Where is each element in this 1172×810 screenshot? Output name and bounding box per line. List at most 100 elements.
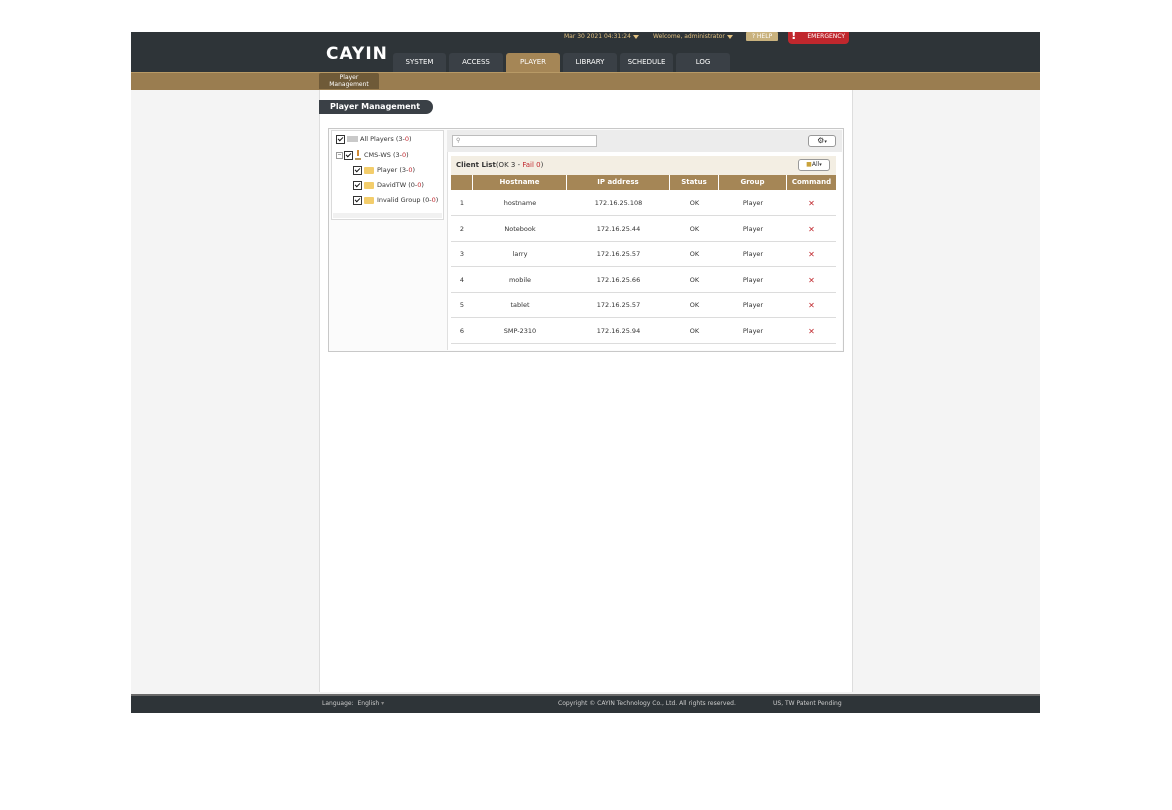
column-header-ip[interactable]: IP address xyxy=(567,175,670,190)
column-header-command: Command xyxy=(787,175,836,190)
table-row[interactable]: 3 larry 172.16.25.57 OK Player ✕ xyxy=(451,242,836,267)
cell-group: Player xyxy=(742,275,764,284)
subtab-label-line1: Player xyxy=(339,74,359,81)
delete-icon[interactable]: ✕ xyxy=(787,293,836,318)
client-fail-count: Fail 0 xyxy=(522,161,541,169)
filter-dropdown[interactable]: ■All▾ xyxy=(798,159,830,171)
cell-index: 5 xyxy=(459,301,465,309)
column-header-status[interactable]: Status xyxy=(670,175,719,190)
table-row[interactable]: 2 Notebook 172.16.25.44 OK Player ✕ xyxy=(451,217,836,242)
cell-ip: 172.16.25.108 xyxy=(594,199,643,207)
tab-log[interactable]: LOG xyxy=(676,53,730,72)
folder-icon xyxy=(364,181,374,189)
user-menu[interactable]: Welcome, administrator xyxy=(653,33,733,43)
tree-count-close: ) xyxy=(435,196,439,204)
checkbox[interactable] xyxy=(344,150,353,160)
checkbox[interactable] xyxy=(353,180,362,190)
language-value: English xyxy=(357,700,380,707)
tab-access[interactable]: ACCESS xyxy=(449,53,503,72)
tree-label: Invalid Group xyxy=(377,196,421,204)
delete-icon[interactable]: ✕ xyxy=(787,242,836,267)
alert-icon: ! xyxy=(791,28,797,42)
delete-icon[interactable]: ✕ xyxy=(787,191,836,216)
client-count-close: ) xyxy=(540,161,544,169)
tree-scrollbar[interactable] xyxy=(333,213,442,218)
cell-group: Player xyxy=(742,250,764,258)
app-frame: CAYIN Mar 30 2021 04:31:24 Welcome, admi… xyxy=(131,28,1040,713)
table-row[interactable]: 6 SMP-2310 172.16.25.94 OK Player ✕ xyxy=(451,319,836,344)
cell-hostname: mobile xyxy=(508,275,532,284)
chevron-down-icon: ▾ xyxy=(819,162,822,168)
table-row[interactable]: 1 hostname 172.16.25.108 OK Player ✕ xyxy=(451,191,836,216)
footer-bar: Language: English ▾ Copyright © CAYIN Te… xyxy=(131,694,1040,713)
search-input[interactable]: ⚲ xyxy=(452,135,597,147)
subtab-player-management[interactable]: Player Management xyxy=(319,73,379,89)
client-list-header: Client List(OK 3 - Fail 0) xyxy=(451,156,836,175)
tree-count-close: ) xyxy=(412,166,416,174)
language-selector[interactable]: Language: English ▾ xyxy=(322,696,384,712)
cell-status: OK xyxy=(689,275,700,284)
settings-button[interactable]: ⚙▾ xyxy=(808,135,836,147)
table-row[interactable]: 5 tablet 172.16.25.57 OK Player ✕ xyxy=(451,293,836,318)
tree-count: (0- xyxy=(422,196,432,204)
delete-icon[interactable]: ✕ xyxy=(787,268,836,293)
cell-status: OK xyxy=(689,326,700,335)
checkbox[interactable] xyxy=(353,165,362,175)
column-header-group[interactable]: Group xyxy=(719,175,787,190)
chevron-down-icon xyxy=(632,34,639,39)
sub-nav-bar xyxy=(131,72,1040,90)
welcome-text: Welcome, administrator xyxy=(653,33,725,40)
cell-index: 1 xyxy=(459,199,465,207)
cell-ip: 172.16.25.66 xyxy=(596,275,641,284)
chevron-down-icon: ▾ xyxy=(381,700,385,707)
delete-icon[interactable]: ✕ xyxy=(787,319,836,344)
tree-label: All Players xyxy=(360,135,394,143)
tree-count: (3- xyxy=(399,166,409,174)
cell-hostname: tablet xyxy=(510,301,530,309)
tab-player[interactable]: PLAYER xyxy=(506,53,560,72)
tree-label: DavidTW xyxy=(377,181,407,189)
cell-group: Player xyxy=(742,301,764,309)
cell-status: OK xyxy=(689,224,700,233)
help-icon: ? xyxy=(751,33,755,40)
emergency-button[interactable]: ! EMERGENCY xyxy=(788,28,849,44)
delete-icon[interactable]: ✕ xyxy=(787,217,836,242)
column-header-index xyxy=(451,175,473,190)
cell-status: OK xyxy=(689,199,700,207)
tab-system[interactable]: SYSTEM xyxy=(393,53,446,72)
client-list-title: Client List xyxy=(456,161,496,169)
client-ok-count: (OK 3 - xyxy=(495,161,523,169)
tree-item-group[interactable]: Player (3-0) xyxy=(353,164,415,176)
tree-item-all-players[interactable]: All Players (3-0) xyxy=(336,133,412,145)
copyright-text: Copyright © CAYIN Technology Co., Ltd. A… xyxy=(558,700,736,707)
tree-item-group[interactable]: DavidTW (0-0) xyxy=(353,179,424,191)
folder-icon xyxy=(364,166,374,174)
tab-library[interactable]: LIBRARY xyxy=(563,53,617,72)
cell-group: Player xyxy=(742,326,764,335)
column-header-hostname[interactable]: Hostname xyxy=(473,175,567,190)
checkbox[interactable] xyxy=(336,134,345,144)
tree-item-server[interactable]: − CMS-WS (3-0) xyxy=(336,149,409,161)
tree-count-close: ) xyxy=(406,151,409,159)
tree-count: (3- xyxy=(393,151,403,159)
chevron-down-icon: ▾ xyxy=(824,139,827,145)
tree-label: Player xyxy=(377,166,398,174)
collapse-icon[interactable]: − xyxy=(336,151,343,159)
help-button[interactable]: ? HELP xyxy=(746,32,778,41)
cell-index: 4 xyxy=(459,275,465,284)
table-row[interactable]: 4 mobile 172.16.25.66 OK Player ✕ xyxy=(451,268,836,293)
datetime-dropdown[interactable]: Mar 30 2021 04:31:24 xyxy=(564,33,639,43)
tab-schedule[interactable]: SCHEDULE xyxy=(620,53,673,72)
cell-ip: 172.16.25.57 xyxy=(596,301,641,309)
emergency-label: EMERGENCY xyxy=(807,33,845,40)
checkbox[interactable] xyxy=(353,195,362,205)
tree-count-close: ) xyxy=(409,135,412,143)
tree-item-group[interactable]: Invalid Group (0-0) xyxy=(353,194,438,206)
cell-status: OK xyxy=(689,301,700,309)
tree-count-close: ) xyxy=(421,181,424,189)
cell-hostname: larry xyxy=(512,250,528,258)
subtab-label-line2: Management xyxy=(329,81,369,88)
player-tree: All Players (3-0) − CMS-WS (3-0) Player (… xyxy=(331,130,444,220)
top-bar: CAYIN Mar 30 2021 04:31:24 Welcome, admi… xyxy=(131,28,1040,72)
server-icon xyxy=(355,150,361,160)
